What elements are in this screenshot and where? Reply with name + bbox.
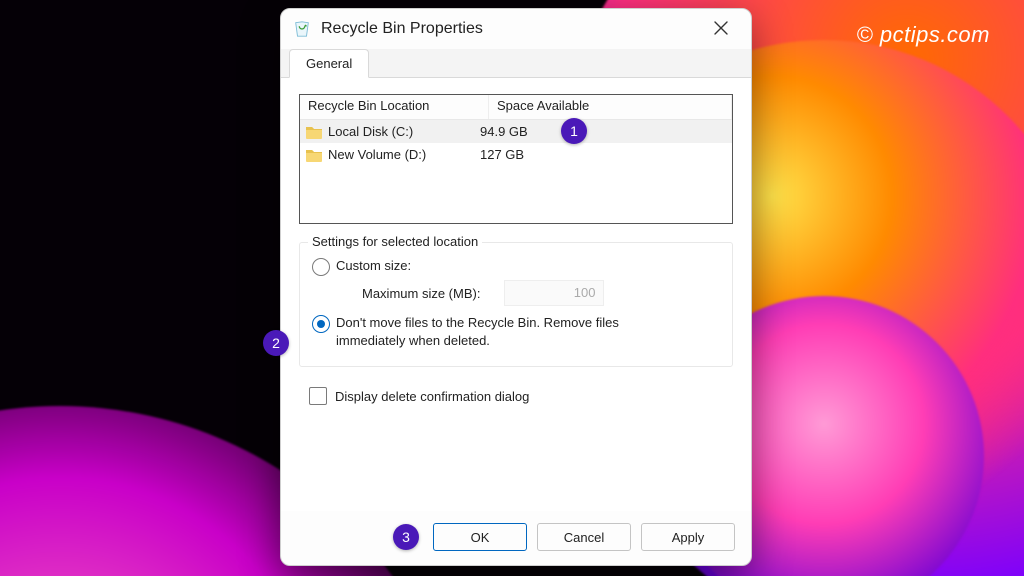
- settings-group: Settings for selected location Custom si…: [299, 242, 733, 367]
- header-space[interactable]: Space Available: [489, 95, 732, 119]
- tab-body: Recycle Bin Location Space Available Loc…: [281, 78, 751, 511]
- max-size-row: Maximum size (MB): 100: [362, 280, 722, 306]
- radio-dont-move[interactable]: Don't move files to the Recycle Bin. Rem…: [312, 314, 722, 350]
- tab-label: General: [306, 56, 352, 71]
- drive-space: 127 GB: [480, 147, 732, 162]
- table-header: Recycle Bin Location Space Available: [300, 95, 732, 120]
- max-size-label: Maximum size (MB):: [362, 286, 480, 301]
- cancel-button[interactable]: Cancel: [537, 523, 631, 551]
- checkbox-icon: [309, 387, 327, 405]
- ok-button[interactable]: OK: [433, 523, 527, 551]
- radio-custom-size[interactable]: Custom size:: [312, 257, 722, 276]
- close-icon: [714, 21, 728, 38]
- drive-name: New Volume (D:): [328, 147, 426, 162]
- window-title: Recycle Bin Properties: [321, 20, 701, 38]
- group-title: Settings for selected location: [308, 234, 482, 249]
- desktop-wallpaper: © pctips.com Recycle Bin Properties Gene…: [0, 0, 1024, 576]
- button-label: OK: [471, 530, 490, 545]
- radio-icon: [312, 315, 330, 333]
- table-row[interactable]: New Volume (D:) 127 GB: [300, 143, 732, 166]
- drive-table: Recycle Bin Location Space Available Loc…: [299, 94, 733, 224]
- tab-strip: General: [281, 49, 751, 78]
- callout-badge-2: 2: [263, 330, 289, 356]
- callout-badge-3: 3: [393, 524, 419, 550]
- button-label: Apply: [672, 530, 705, 545]
- recycle-bin-properties-window: Recycle Bin Properties General Recycle B…: [280, 8, 752, 566]
- folder-icon: [306, 125, 322, 139]
- recycle-bin-icon: [293, 20, 311, 38]
- radio-label: Custom size:: [336, 257, 411, 275]
- drive-space: 94.9 GB: [480, 124, 732, 139]
- folder-icon: [306, 148, 322, 162]
- dialog-footer: 3 OK Cancel Apply: [281, 511, 751, 565]
- callout-badge-1: 1: [561, 118, 587, 144]
- drive-name: Local Disk (C:): [328, 124, 413, 139]
- close-button[interactable]: [701, 13, 741, 45]
- radio-label: Don't move files to the Recycle Bin. Rem…: [336, 314, 676, 350]
- apply-button[interactable]: Apply: [641, 523, 735, 551]
- tab-general[interactable]: General: [289, 49, 369, 78]
- titlebar[interactable]: Recycle Bin Properties: [281, 9, 751, 49]
- header-location[interactable]: Recycle Bin Location: [300, 95, 489, 119]
- table-row[interactable]: Local Disk (C:) 94.9 GB: [300, 120, 732, 143]
- checkbox-display-confirm[interactable]: Display delete confirmation dialog: [309, 387, 733, 405]
- watermark-text: © pctips.com: [857, 22, 990, 48]
- radio-icon: [312, 258, 330, 276]
- max-size-input[interactable]: 100: [504, 280, 604, 306]
- button-label: Cancel: [564, 530, 604, 545]
- checkbox-label: Display delete confirmation dialog: [335, 389, 529, 404]
